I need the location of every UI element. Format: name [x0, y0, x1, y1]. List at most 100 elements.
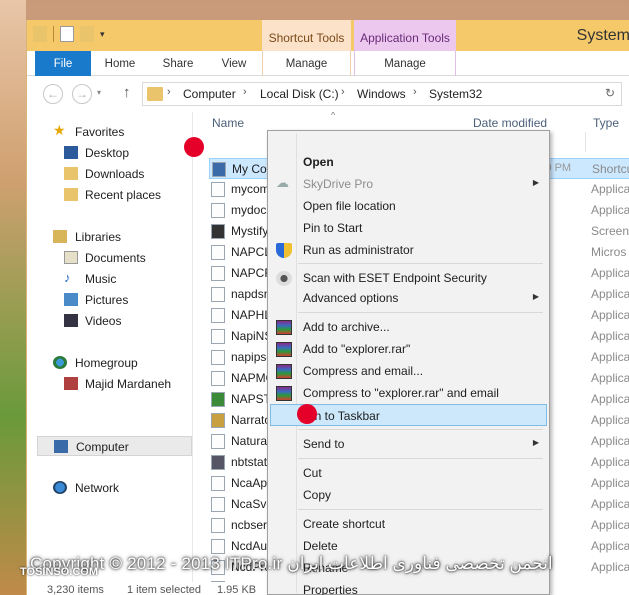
properties-icon[interactable]: [60, 26, 74, 42]
menu-item-send-to[interactable]: Send to ▶: [270, 433, 547, 455]
title-bar: ▾ Shortcut Tools Application Tools Syste…: [27, 20, 629, 51]
nav-label: Documents: [85, 251, 146, 265]
column-header-name[interactable]: Name: [212, 116, 244, 140]
star-icon: ★: [53, 122, 66, 138]
menu-separator: [298, 509, 543, 510]
customize-toolbar-icon[interactable]: ▾: [100, 29, 105, 40]
nav-label: Desktop: [85, 146, 130, 160]
address-bar[interactable]: › Computer › Local Disk (C:) › Windows ›…: [142, 82, 622, 106]
folder-icon[interactable]: [33, 26, 47, 42]
breadcrumb-windows[interactable]: Windows: [357, 87, 406, 101]
menu-label: Properties: [303, 583, 358, 595]
file-type: Applica: [591, 518, 629, 532]
menu-item-skydrive-pro[interactable]: ☁ SkyDrive Pro ▶: [270, 173, 547, 195]
nav-favorites[interactable]: ★ Favorites: [27, 122, 193, 142]
menu-item-scan-eset[interactable]: Scan with ESET Endpoint Security: [270, 267, 547, 289]
nav-item-downloads[interactable]: Downloads: [27, 164, 193, 184]
file-type: Shortcu: [592, 162, 629, 176]
file-type: Applica: [591, 497, 629, 511]
nav-item-recent-places[interactable]: Recent places: [27, 185, 193, 205]
nav-item-desktop[interactable]: Desktop: [27, 143, 193, 163]
breadcrumb-computer[interactable]: Computer: [183, 87, 236, 101]
chevron-right-icon[interactable]: ›: [413, 86, 417, 98]
status-selected: 1 item selected: [127, 584, 201, 595]
nav-computer[interactable]: Computer: [37, 436, 192, 456]
refresh-icon[interactable]: ↻: [605, 86, 615, 100]
window-title: System: [576, 27, 629, 44]
cloud-icon: ☁: [276, 175, 289, 190]
file-type: Screen: [591, 224, 629, 238]
menu-item-properties[interactable]: Properties: [270, 579, 547, 595]
tab-manage-application[interactable]: Manage: [354, 51, 456, 76]
menu-item-copy[interactable]: Copy: [270, 484, 547, 506]
nav-network[interactable]: Network: [27, 478, 193, 498]
forward-button[interactable]: →: [72, 84, 92, 104]
videos-icon: [64, 314, 78, 327]
nav-item-pictures[interactable]: Pictures: [27, 290, 193, 310]
nav-homegroup[interactable]: Homegroup: [27, 353, 193, 373]
nav-label: Pictures: [85, 293, 129, 307]
nav-item-documents[interactable]: Documents: [27, 248, 193, 268]
menu-item-open[interactable]: Open: [270, 151, 547, 173]
nav-label: Homegroup: [75, 356, 138, 370]
file-icon: [211, 329, 225, 344]
menu-item-run-as-administrator[interactable]: Run as administrator: [270, 239, 547, 261]
ribbon-tabs: File Home Share View Manage Manage: [27, 51, 629, 76]
file-icon: [211, 539, 225, 554]
nav-label: Music: [85, 272, 117, 286]
file-icon: [211, 455, 225, 470]
nav-item-videos[interactable]: Videos: [27, 311, 193, 331]
tab-file[interactable]: File: [35, 51, 91, 76]
menu-item-add-to-archive[interactable]: Add to archive...: [270, 316, 547, 338]
menu-item-advanced-options[interactable]: Advanced options ▶: [270, 287, 547, 309]
menu-item-cut[interactable]: Cut: [270, 462, 547, 484]
file-type: Applica: [591, 182, 629, 196]
file-icon: [211, 245, 225, 260]
menu-item-compress-rar-and-email[interactable]: Compress to "explorer.rar" and email: [270, 382, 547, 404]
file-icon: [211, 266, 225, 281]
nav-libraries[interactable]: Libraries: [27, 227, 193, 247]
chevron-right-icon[interactable]: ›: [243, 86, 247, 98]
menu-label: SkyDrive Pro: [303, 177, 374, 191]
tab-share[interactable]: Share: [155, 51, 201, 76]
chevron-right-icon: ▶: [532, 292, 539, 301]
winrar-icon: [276, 386, 292, 401]
nav-item-music[interactable]: ♪ Music: [27, 269, 193, 289]
nav-label: Downloads: [85, 167, 145, 181]
breadcrumb-local-disk[interactable]: Local Disk (C:): [260, 87, 339, 101]
menu-item-pin-to-start[interactable]: Pin to Start: [270, 217, 547, 239]
menu-item-add-to-explorer-rar[interactable]: Add to "explorer.rar": [270, 338, 547, 360]
navigation-pane: ★ Favorites Desktop Downloads Recent pla…: [27, 112, 193, 582]
column-header-type[interactable]: Type: [593, 116, 619, 140]
chevron-right-icon[interactable]: ›: [341, 86, 345, 98]
pictures-icon: [64, 293, 78, 306]
file-type: Applica: [591, 560, 629, 574]
menu-label: Open file location: [303, 199, 396, 213]
recent-locations-icon[interactable]: ▾: [97, 88, 101, 97]
menu-separator: [298, 263, 543, 264]
tab-home[interactable]: Home: [97, 51, 143, 76]
tab-view[interactable]: View: [211, 51, 257, 76]
menu-item-compress-and-email[interactable]: Compress and email...: [270, 360, 547, 382]
menu-item-open-file-location[interactable]: Open file location: [270, 195, 547, 217]
breadcrumb-system32[interactable]: System32: [429, 87, 482, 101]
nav-label: Favorites: [75, 125, 125, 139]
file-type: Applica: [591, 434, 629, 448]
annotation-dot: [297, 404, 317, 424]
file-icon: [211, 476, 225, 491]
recent-places-icon: [64, 188, 78, 201]
network-icon: [53, 481, 67, 494]
eset-icon: [276, 271, 292, 286]
music-icon: ♪: [64, 270, 71, 285]
new-folder-icon[interactable]: [80, 26, 94, 42]
nav-item-homegroup-user[interactable]: Majid Mardaneh: [27, 374, 193, 394]
menu-label: Run as administrator: [303, 243, 414, 257]
computer-icon: [54, 440, 68, 453]
shield-icon: [276, 243, 292, 258]
back-button[interactable]: ←: [43, 84, 63, 104]
up-icon[interactable]: ↑: [123, 84, 131, 101]
tab-manage-shortcut[interactable]: Manage: [262, 51, 351, 76]
menu-label: Scan with ESET Endpoint Security: [303, 271, 487, 285]
chevron-right-icon[interactable]: ›: [167, 86, 171, 98]
menu-item-create-shortcut[interactable]: Create shortcut: [270, 513, 547, 535]
